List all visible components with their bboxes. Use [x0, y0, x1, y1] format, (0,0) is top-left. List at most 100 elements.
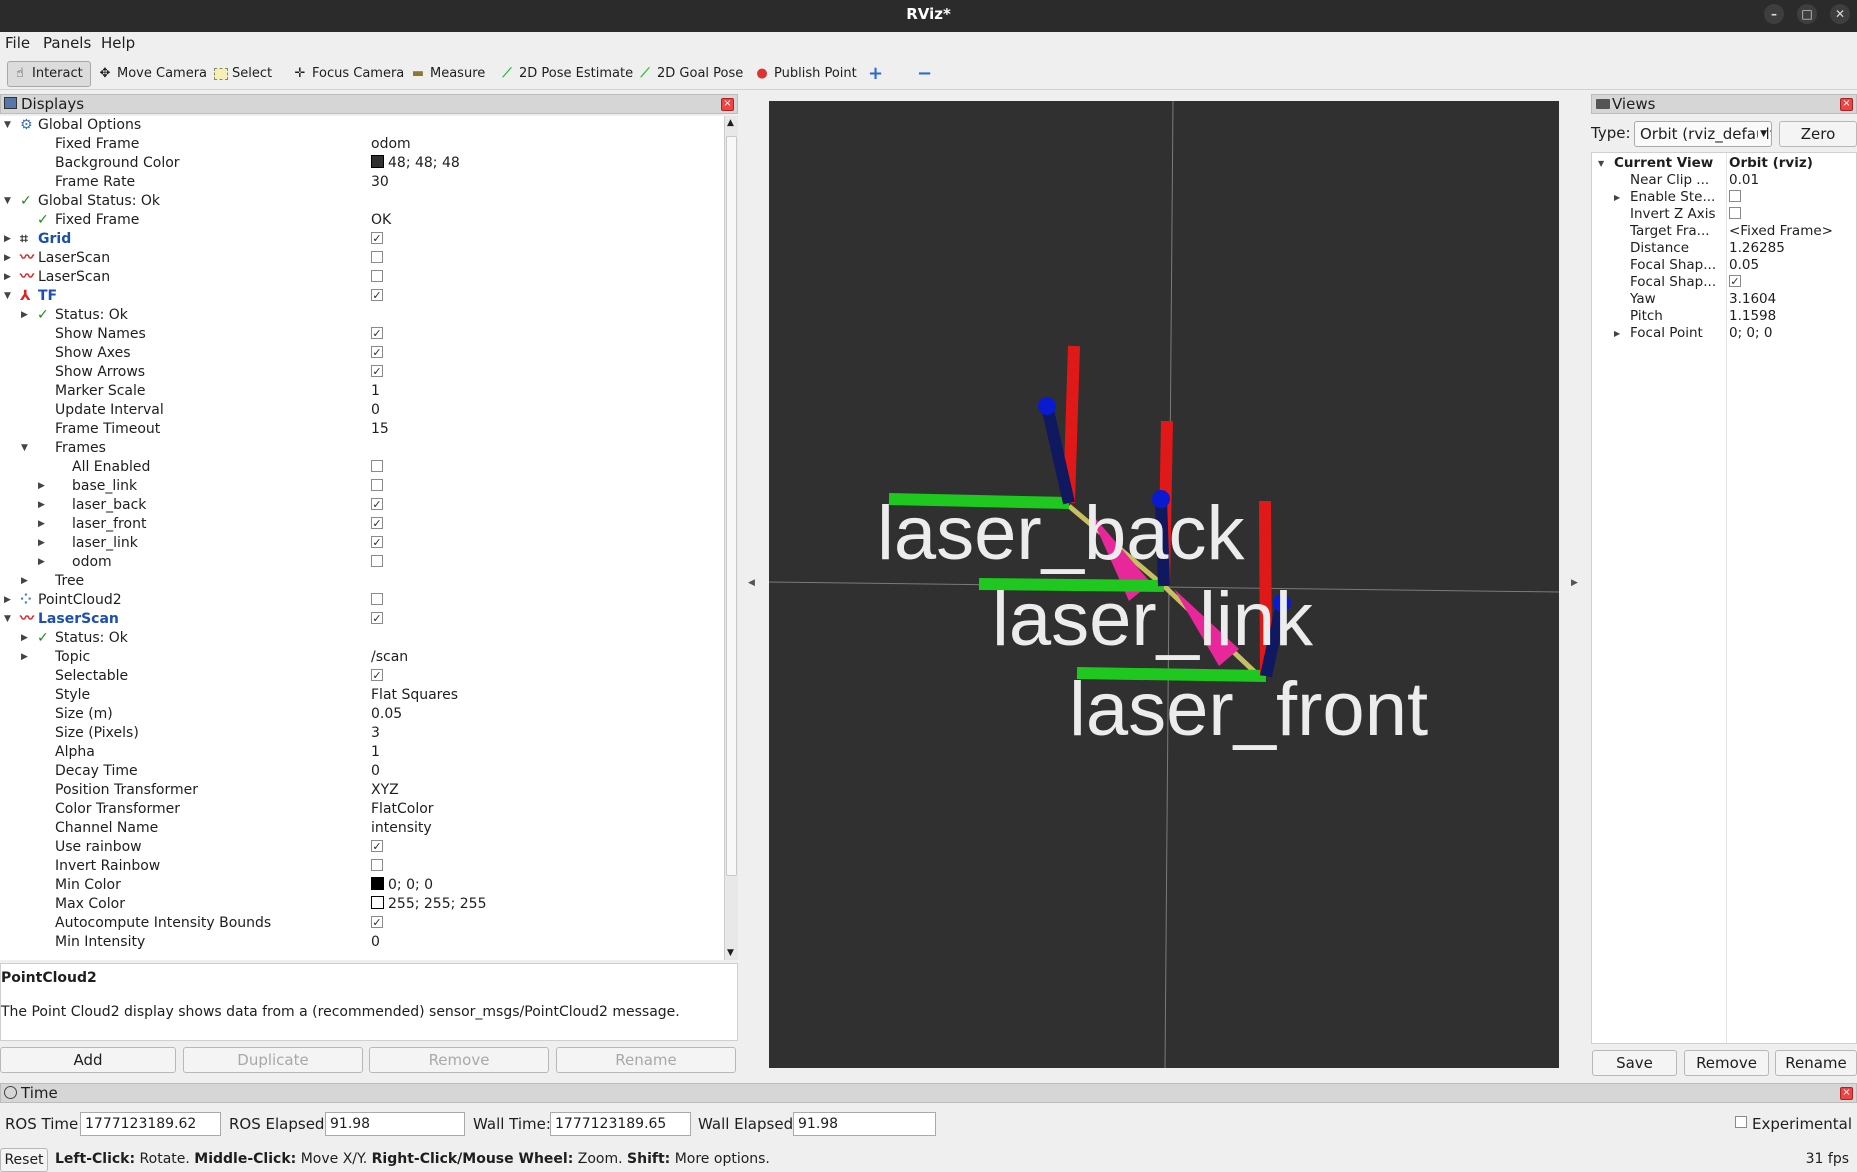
collapse-arrow-icon[interactable]: ▶ [21, 572, 28, 591]
display-row-value[interactable]: ✓ [371, 230, 383, 249]
display-row[interactable]: Max Color 255; 255; 255 [0, 895, 724, 914]
collapse-arrow-icon[interactable]: ▶ [38, 515, 45, 534]
display-row-value[interactable]: ✓ [371, 667, 383, 686]
view-property-value[interactable] [1729, 189, 1741, 206]
display-row[interactable]: Frame Rate 30 [0, 173, 724, 192]
view-property-value[interactable]: 0.05 [1729, 257, 1759, 274]
collapse-arrow-icon[interactable]: ▶ [21, 306, 28, 325]
display-checkbox[interactable] [371, 250, 383, 263]
display-row[interactable]: ▶ 〰 LaserScan [0, 268, 724, 287]
display-row-value[interactable]: 15 [371, 420, 389, 439]
add-display-button[interactable]: Add [0, 1047, 176, 1073]
display-row-value[interactable]: ✓ [371, 363, 383, 382]
move-camera-tool[interactable]: ✥ Move Camera [93, 61, 211, 87]
display-checkbox[interactable] [371, 554, 383, 567]
display-checkbox[interactable] [371, 269, 383, 282]
remove-view-button[interactable]: Remove [1684, 1050, 1769, 1076]
display-checkbox[interactable]: ✓ [371, 668, 383, 681]
collapse-arrow-icon[interactable]: ▶ [4, 591, 11, 610]
expand-arrow-icon[interactable]: ▼ [4, 610, 11, 629]
display-row[interactable]: Color Transformer FlatColor [0, 800, 724, 819]
display-row-value[interactable] [371, 553, 383, 572]
display-row-value[interactable]: ✓ [371, 515, 383, 534]
view-type-select[interactable]: Orbit (rviz_default ▼ [1634, 121, 1772, 147]
display-row[interactable]: ▶ ✓ Status: Ok [0, 306, 724, 325]
rename-view-button[interactable]: Rename [1775, 1050, 1857, 1076]
display-row[interactable]: ▼ ✓ Global Status: Ok [0, 192, 724, 211]
scroll-down-icon[interactable]: ▼ [727, 948, 734, 958]
display-checkbox[interactable] [371, 478, 383, 491]
display-row[interactable]: Background Color 48; 48; 48 [0, 154, 724, 173]
display-checkbox[interactable]: ✓ [371, 839, 383, 852]
display-row-value[interactable]: ✓ [371, 534, 383, 553]
rename-display-button[interactable]: Rename [556, 1047, 736, 1073]
scene-svg[interactable]: laser_back laser_link laser_front [769, 101, 1559, 1068]
display-row[interactable]: All Enabled [0, 458, 724, 477]
display-row[interactable]: ▶ Topic/scan [0, 648, 724, 667]
display-row-value[interactable]: 0; 0; 0 [371, 876, 433, 895]
save-view-button[interactable]: Save [1592, 1050, 1677, 1076]
display-row[interactable]: ▶ laser_front ✓ [0, 515, 724, 534]
display-row[interactable]: Show Axes ✓ [0, 344, 724, 363]
display-checkbox[interactable]: ✓ [371, 915, 383, 928]
display-row-value[interactable]: 0 [371, 401, 380, 420]
collapse-arrow-icon[interactable]: ▶ [1614, 325, 1620, 342]
display-row[interactable]: Invert Rainbow [0, 857, 724, 876]
display-row-value[interactable]: 3 [371, 724, 380, 743]
display-row[interactable]: ▼ ⚙ Global Options [0, 116, 724, 135]
display-row[interactable]: Position Transformer XYZ [0, 781, 724, 800]
collapse-arrow-icon[interactable]: ▶ [4, 249, 11, 268]
display-row-value[interactable]: 255; 255; 255 [371, 895, 487, 914]
color-swatch[interactable] [371, 155, 384, 168]
display-row[interactable]: ▶ ✓ Status: Ok [0, 629, 724, 648]
remove-display-button[interactable]: Remove [369, 1047, 549, 1073]
collapse-arrow-icon[interactable]: ▶ [38, 477, 45, 496]
view-property-value[interactable]: 1.1598 [1729, 308, 1776, 325]
display-row[interactable]: ▶ ⌗ Grid ✓ [0, 230, 724, 249]
display-checkbox[interactable]: ✓ [371, 326, 383, 339]
scrollbar-thumb[interactable] [726, 136, 737, 876]
display-row[interactable]: Decay Time 0 [0, 762, 724, 781]
view-property-value[interactable] [1729, 206, 1741, 223]
wall-time-field[interactable]: 1777123189.65 [550, 1112, 691, 1136]
display-checkbox[interactable]: ✓ [371, 231, 383, 244]
display-row-value[interactable]: /scan [371, 648, 408, 667]
display-row[interactable]: Autocompute Intensity Bounds ✓ [0, 914, 724, 933]
display-checkbox[interactable]: ✓ [371, 345, 383, 358]
display-row[interactable]: Frame Timeout 15 [0, 420, 724, 439]
collapse-left-icon[interactable]: ◀ [748, 578, 755, 588]
display-checkbox[interactable] [371, 592, 383, 605]
view-property-value[interactable]: 0; 0; 0 [1729, 325, 1772, 342]
display-row-value[interactable]: 48; 48; 48 [371, 154, 460, 173]
display-checkbox[interactable]: ✓ [371, 516, 383, 529]
display-row-value[interactable]: 0 [371, 933, 380, 952]
displays-scrollbar[interactable]: ▲ ▼ [724, 116, 738, 960]
display-checkbox[interactable] [371, 858, 383, 871]
display-checkbox[interactable]: ✓ [371, 288, 383, 301]
display-row-value[interactable]: OK [371, 211, 391, 230]
display-row[interactable]: Show Names ✓ [0, 325, 724, 344]
display-row[interactable]: Fixed Frame odom [0, 135, 724, 154]
display-row-value[interactable]: 0.05 [371, 705, 402, 724]
remove-tool-button[interactable]: − [913, 61, 936, 87]
display-row[interactable]: Size (m) 0.05 [0, 705, 724, 724]
display-row-value[interactable]: XYZ [371, 781, 399, 800]
view-property-value[interactable]: <Fixed Frame> [1729, 223, 1833, 240]
collapse-arrow-icon[interactable]: ▶ [21, 629, 28, 648]
display-row-value[interactable]: Flat Squares [371, 686, 458, 705]
close-panel-icon[interactable]: × [1840, 1087, 1853, 1100]
expand-arrow-icon[interactable]: ▼ [21, 439, 28, 458]
focus-camera-tool[interactable]: ✛ Focus Camera [288, 61, 408, 87]
display-checkbox[interactable]: ✓ [371, 364, 383, 377]
menu-panels[interactable]: Panels [43, 34, 91, 52]
menu-file[interactable]: File [5, 34, 30, 52]
color-swatch[interactable] [371, 877, 384, 890]
expand-arrow-icon[interactable]: ▼ [4, 192, 11, 211]
collapse-right-icon[interactable]: ▶ [1571, 578, 1578, 588]
close-window-icon[interactable]: ✕ [1830, 4, 1850, 24]
display-row-value[interactable]: FlatColor [371, 800, 434, 819]
zero-button[interactable]: Zero [1779, 121, 1857, 147]
ros-elapsed-field[interactable]: 91.98 [325, 1112, 465, 1136]
display-row-value[interactable]: ✓ [371, 838, 383, 857]
measure-tool[interactable]: ▬ Measure [406, 61, 489, 87]
